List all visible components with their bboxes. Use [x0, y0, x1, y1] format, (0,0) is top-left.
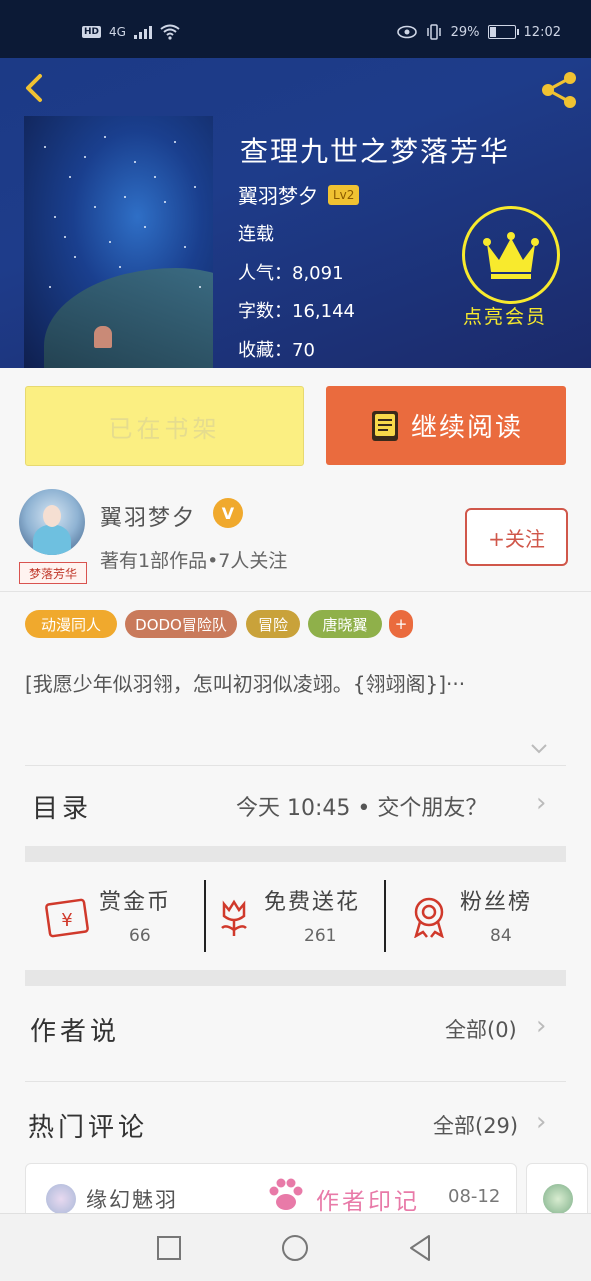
chevron-right-icon: › [536, 788, 547, 818]
divider [25, 1081, 566, 1082]
author-avatar[interactable] [19, 489, 85, 555]
popularity-value: 8,091 [292, 263, 344, 284]
vertical-divider [204, 880, 206, 952]
hot-comments-all-link[interactable]: 全部(29) [433, 1110, 518, 1140]
book-header: 查理九世之梦落芳华 翼羽梦夕 Lv2 连载 人气：8,091 字数：16,144… [0, 58, 591, 368]
book-status: 连载 [238, 224, 274, 245]
wifi-icon [160, 24, 180, 40]
clock: 12:02 [523, 24, 561, 40]
status-bar: HD 4G 29% 12:02 [0, 0, 591, 58]
continue-reading-label: 继续阅读 [410, 413, 523, 443]
tag-chip[interactable]: DODO冒险队 [125, 610, 237, 638]
book-summary[interactable]: [我愿少年似羽翎，怎叫初羽似凌翊。{翎翊阁}]··· [25, 668, 555, 700]
author-says-title: 作者说 [30, 1017, 121, 1047]
on-shelf-button[interactable]: 已在书架 [25, 386, 304, 466]
share-icon[interactable] [538, 68, 582, 112]
hd-indicator: HD [82, 26, 102, 38]
author-says-all-link[interactable]: 全部(0) [445, 1014, 517, 1044]
author-level-badge: Lv2 [328, 184, 360, 205]
commenter-avatar[interactable] [543, 1184, 573, 1214]
svg-text:¥: ¥ [61, 910, 72, 931]
author-name[interactable]: 翼羽梦夕 [100, 500, 196, 532]
author-stats: 著有1部作品•7人关注 [100, 550, 288, 572]
tag-chip[interactable]: 唐晓翼 [308, 610, 382, 638]
signal-icon [133, 25, 152, 39]
flower-icon [221, 899, 247, 936]
eye-icon [396, 25, 417, 39]
comment-date: 08-12 [448, 1186, 501, 1207]
follow-button[interactable]: +关注 [465, 508, 568, 566]
gift-coins-button[interactable]: ¥ 赏金币 66 [44, 878, 194, 954]
recent-apps-icon[interactable] [156, 1235, 182, 1261]
book-author-name[interactable]: 翼羽梦夕 [238, 180, 318, 209]
network-label: 4G [109, 25, 126, 39]
tag-chip[interactable]: 动漫同人 [25, 610, 117, 638]
fans-rank-button[interactable]: 粉丝榜 84 [410, 878, 560, 954]
crown-icon [483, 232, 539, 279]
section-separator [25, 970, 566, 986]
book-cover-image[interactable] [24, 116, 213, 368]
tag-chip[interactable]: 冒险 [246, 610, 300, 638]
system-navigation-bar [0, 1213, 591, 1281]
vip-label[interactable]: 点亮会员 [463, 302, 547, 329]
vertical-divider [384, 880, 386, 952]
chevron-right-icon: › [536, 1011, 547, 1041]
vip-crown-button[interactable] [462, 206, 560, 304]
commenter-name[interactable]: 缘幻魅羽 [86, 1184, 178, 1214]
add-tag-button[interactable]: + [389, 610, 413, 638]
verified-badge-icon: V [213, 498, 243, 528]
chevron-right-icon: › [536, 1107, 547, 1137]
home-icon[interactable] [281, 1234, 309, 1262]
red-envelope-icon: ¥ [45, 898, 89, 938]
battery-percent: 29% [450, 24, 480, 40]
section-separator [25, 846, 566, 862]
vibrate-icon [426, 24, 441, 40]
divider [0, 591, 591, 592]
author-mark-badge: 作者印记 [316, 1189, 420, 1215]
favorites-row: 收藏：70 [238, 340, 315, 361]
toc-label: 目录 [32, 794, 93, 824]
commenter-avatar[interactable] [46, 1184, 76, 1214]
paw-icon [269, 1178, 303, 1210]
book-title: 查理九世之梦落芳华 [240, 135, 511, 168]
expand-chevron-icon[interactable] [529, 738, 549, 758]
word-count-row: 字数：16,144 [238, 301, 355, 322]
medal-icon [414, 897, 444, 938]
battery-icon [487, 25, 519, 39]
word-count-value: 16,144 [292, 301, 355, 322]
hot-comments-title: 热门评论 [28, 1113, 149, 1143]
continue-reading-button[interactable]: 继续阅读 [326, 386, 566, 465]
send-flower-button[interactable]: 免费送花 261 [216, 878, 381, 954]
back-arrow-icon[interactable] [14, 68, 54, 108]
favorites-value: 70 [292, 340, 315, 361]
latest-chapter[interactable]: 今天 10:45 • 交个朋友？ [236, 790, 487, 822]
back-icon[interactable] [407, 1234, 433, 1262]
popularity-row: 人气：8,091 [238, 263, 344, 284]
author-stamp: 梦落芳华 [19, 562, 87, 584]
book-icon [371, 410, 398, 441]
